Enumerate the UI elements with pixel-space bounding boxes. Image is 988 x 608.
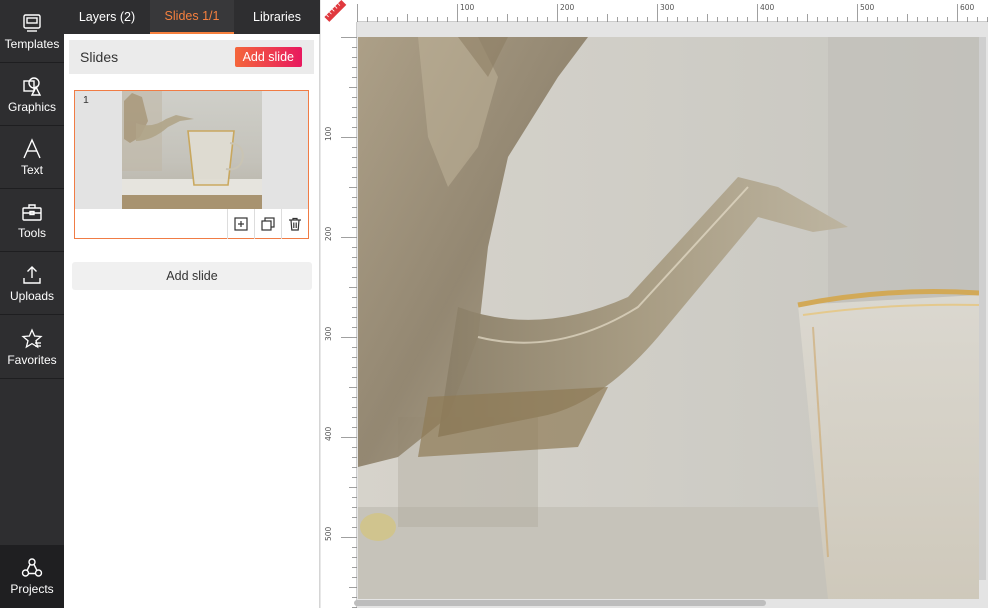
ruler-label: 400 bbox=[760, 3, 775, 12]
rail-label-projects: Projects bbox=[10, 582, 54, 596]
slides-title: Slides bbox=[80, 49, 119, 65]
rail-label-tools: Tools bbox=[17, 225, 46, 240]
rail-item-uploads[interactable]: Uploads bbox=[0, 252, 64, 315]
tools-icon bbox=[22, 203, 42, 221]
tab-libraries[interactable]: Libraries bbox=[234, 0, 320, 34]
left-icon-rail: Templates Graphics Text Tools Uploads Fa… bbox=[0, 0, 64, 608]
graphics-icon bbox=[23, 76, 42, 96]
rail-label-text: Text bbox=[20, 162, 43, 177]
panel-tabs: Layers (2) Slides 1/1 Libraries bbox=[64, 0, 320, 34]
ruler-label: 300 bbox=[660, 3, 675, 12]
tab-layers[interactable]: Layers (2) bbox=[64, 0, 150, 34]
slides-header: Slides Add slide bbox=[69, 40, 314, 74]
ruler-label: 500 bbox=[324, 526, 333, 541]
rail-item-templates[interactable]: Templates bbox=[0, 0, 64, 63]
horizontal-scrollbar[interactable] bbox=[354, 600, 766, 606]
ruler-label: 300 bbox=[324, 326, 333, 341]
rail-item-graphics[interactable]: Graphics bbox=[0, 63, 64, 126]
duplicate-slide-button[interactable] bbox=[254, 209, 281, 239]
rail-item-favorites[interactable]: Favorites bbox=[0, 316, 64, 379]
duplicate-icon bbox=[261, 217, 275, 231]
ruler-corner[interactable] bbox=[321, 0, 357, 22]
projects-icon bbox=[21, 558, 43, 577]
ruler-label: 200 bbox=[324, 226, 333, 241]
rail-item-projects[interactable]: Projects bbox=[0, 545, 64, 608]
rail-label-templates: Templates bbox=[4, 36, 60, 51]
add-square-icon bbox=[234, 217, 248, 231]
ruler-label: 200 bbox=[560, 3, 575, 12]
rail-item-tools[interactable]: Tools bbox=[0, 189, 64, 252]
side-panel: Layers (2) Slides 1/1 Libraries Slides A… bbox=[64, 0, 320, 608]
vertical-scrollbar[interactable] bbox=[979, 37, 986, 580]
rail-label-favorites: Favorites bbox=[7, 352, 57, 367]
delete-slide-button[interactable] bbox=[281, 209, 308, 239]
upload-icon bbox=[23, 265, 41, 284]
favorites-icon bbox=[21, 327, 43, 348]
slide-thumbnail bbox=[122, 91, 262, 209]
add-after-button[interactable] bbox=[227, 209, 254, 239]
ruler-vertical[interactable]: 100 200 300 400 500 bbox=[321, 22, 357, 608]
ruler-label: 100 bbox=[460, 3, 475, 12]
rail-label-graphics: Graphics bbox=[7, 99, 57, 114]
canvas-photo bbox=[358, 37, 979, 599]
ruler-label: 400 bbox=[324, 426, 333, 441]
add-slide-bottom-button[interactable]: Add slide bbox=[72, 262, 312, 290]
canvas-workspace: 100 200 300 400 500 600 100 200 300 400 500 bbox=[321, 0, 988, 608]
design-canvas[interactable] bbox=[358, 37, 979, 599]
app-window: Templates Graphics Text Tools Uploads Fa… bbox=[0, 0, 988, 608]
ruler-label: 100 bbox=[324, 126, 333, 141]
slide-card[interactable]: 1 bbox=[74, 90, 309, 239]
templates-icon bbox=[23, 13, 41, 32]
slide-card-actions bbox=[227, 209, 308, 239]
trash-icon bbox=[289, 217, 301, 231]
text-icon bbox=[23, 137, 41, 158]
rail-item-text[interactable]: Text bbox=[0, 126, 64, 189]
add-slide-button[interactable]: Add slide bbox=[234, 47, 302, 67]
ruler-label: 600 bbox=[960, 3, 975, 12]
rail-label-uploads: Uploads bbox=[9, 288, 55, 303]
ruler-horizontal[interactable]: 100 200 300 400 500 600 bbox=[357, 0, 988, 22]
tab-slides[interactable]: Slides 1/1 bbox=[150, 0, 234, 34]
ruler-label: 500 bbox=[860, 3, 875, 12]
slide-number: 1 bbox=[83, 94, 89, 106]
